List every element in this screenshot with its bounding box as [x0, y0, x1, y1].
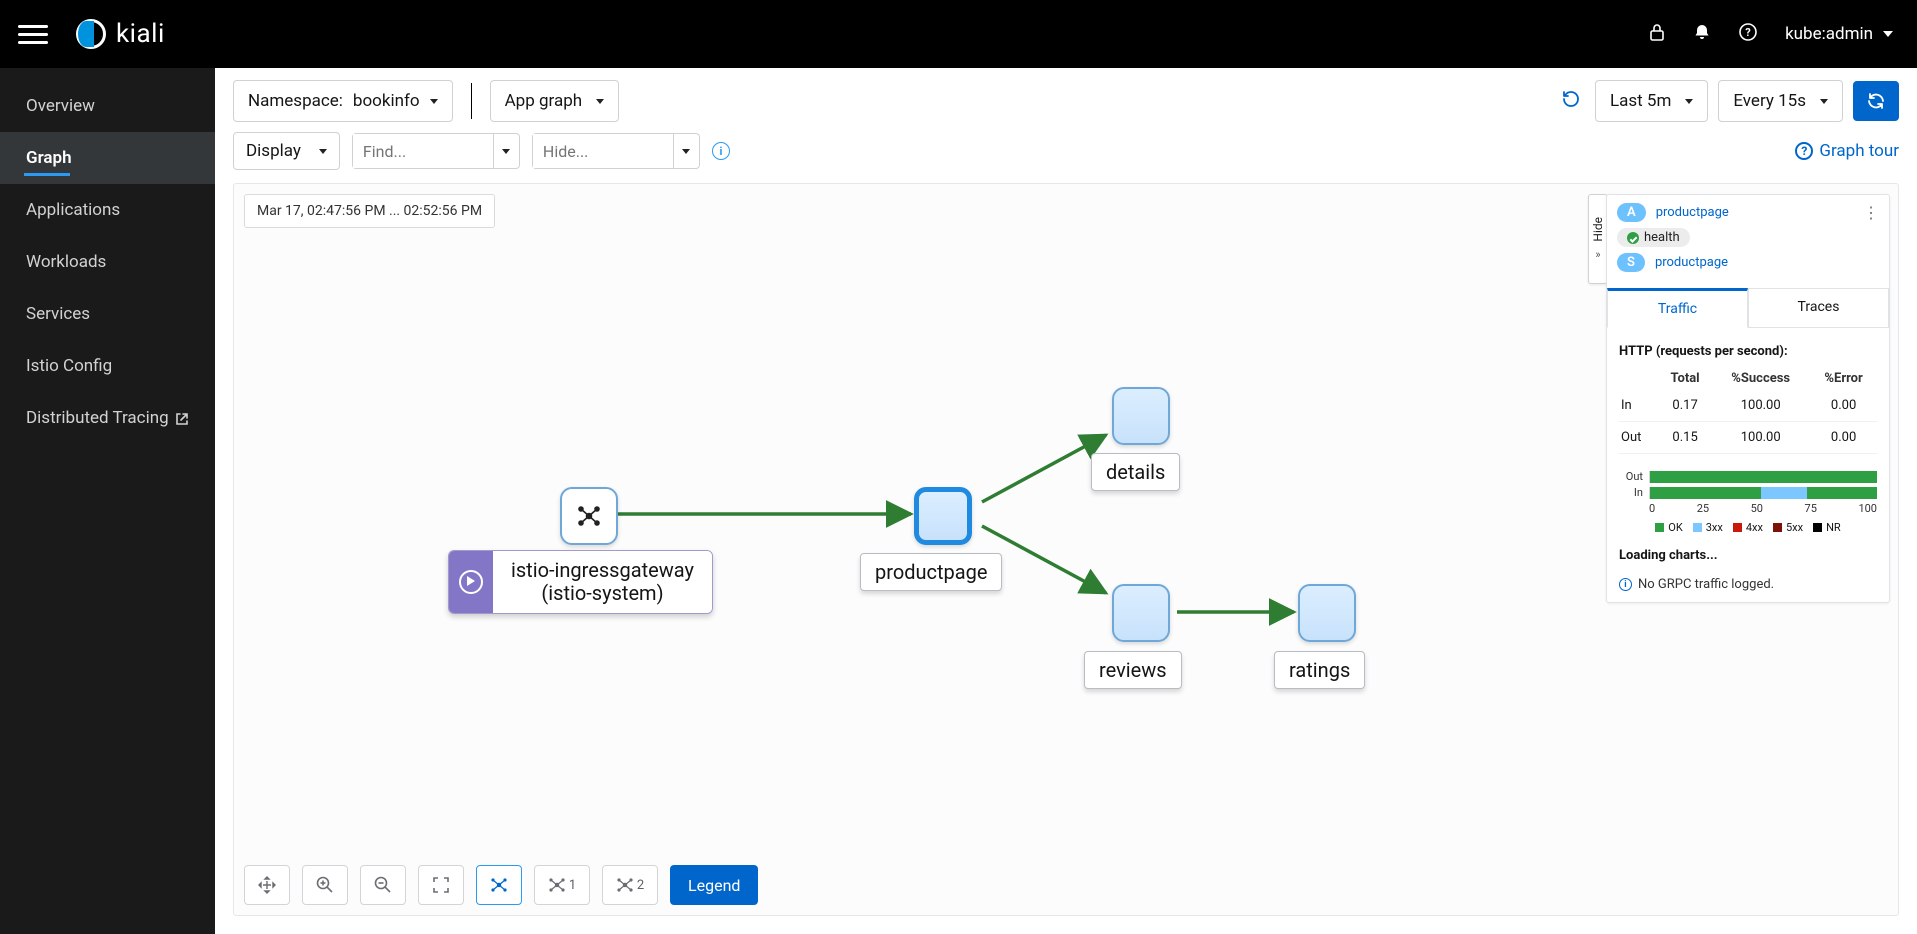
svg-text:?: ?	[1745, 26, 1751, 39]
namespace-label: Namespace:	[248, 91, 343, 111]
user-menu[interactable]: kube:admin	[1785, 24, 1893, 44]
graph-node-productpage[interactable]	[914, 487, 972, 545]
hide-input[interactable]	[532, 133, 700, 169]
sidebar: Overview Graph Applications Workloads Se…	[0, 68, 215, 934]
loading-charts-text: Loading charts...	[1619, 548, 1877, 563]
caret-down-icon	[1685, 99, 1693, 104]
http-traffic-table: Total %Success %Error In 0.17 100.00 0.0…	[1619, 367, 1877, 454]
health-badge: health	[1617, 228, 1690, 247]
separator	[471, 83, 472, 119]
check-icon	[1627, 232, 1639, 244]
topbar: kiali ? kube:admin	[0, 0, 1917, 68]
namespace-value: bookinfo	[353, 91, 420, 111]
service-badge: S	[1617, 253, 1645, 272]
app-link[interactable]: productpage	[1656, 205, 1729, 220]
hide-panel-tab[interactable]: Hide »	[1588, 194, 1608, 284]
help-icon[interactable]: ?	[1739, 23, 1757, 45]
history-icon[interactable]	[1561, 89, 1581, 114]
response-code-chart: Out In 0 25 50 75 100 OK3xx4xx5xxNR	[1619, 470, 1877, 534]
kiali-logo-icon	[76, 19, 106, 49]
sidebar-item-graph[interactable]: Graph	[0, 132, 215, 184]
info-icon: i	[1619, 578, 1632, 591]
service-link[interactable]: productpage	[1655, 255, 1728, 270]
chevron-right-icon: »	[1595, 248, 1600, 261]
namespace-select[interactable]: Namespace: bookinfo	[233, 80, 453, 122]
table-row: In 0.17 100.00 0.00	[1619, 390, 1877, 422]
caret-down-icon	[1883, 31, 1893, 37]
zoom-out-button[interactable]	[360, 865, 406, 905]
refresh-interval-select[interactable]: Every 15s	[1718, 80, 1843, 122]
find-input[interactable]	[352, 133, 520, 169]
graph-tour-link[interactable]: ? Graph tour	[1795, 141, 1899, 161]
sidebar-item-applications[interactable]: Applications	[0, 184, 215, 236]
hide-expand-icon[interactable]	[673, 134, 699, 168]
caret-down-icon	[596, 99, 604, 104]
caret-down-icon	[319, 149, 327, 154]
panel-tabs: Traffic Traces	[1607, 288, 1889, 328]
sidebar-item-workloads[interactable]: Workloads	[0, 236, 215, 288]
node-detail-panel: A productpage ⋮ health S productpage Tra…	[1606, 194, 1890, 603]
graph-node-productpage-label[interactable]: productpage	[860, 553, 1002, 591]
hide-field[interactable]	[533, 134, 673, 168]
graph-node-gateway[interactable]	[560, 487, 618, 545]
info-icon[interactable]: i	[712, 142, 730, 160]
caret-down-icon	[1820, 99, 1828, 104]
layout-default-button[interactable]	[476, 865, 522, 905]
bell-icon[interactable]	[1693, 23, 1711, 45]
kebab-icon[interactable]: ⋮	[1863, 203, 1879, 222]
timestamp-label: Mar 17, 02:47:56 PM ... 02:52:56 PM	[244, 194, 495, 228]
table-row: Out 0.15 100.00 0.00	[1619, 422, 1877, 454]
sidebar-item-istio-config[interactable]: Istio Config	[0, 340, 215, 392]
brand-text: kiali	[116, 19, 165, 49]
display-options[interactable]: Display	[233, 132, 340, 170]
legend-button[interactable]: Legend	[670, 865, 758, 905]
help-icon: ?	[1795, 142, 1813, 160]
layout-1-button[interactable]: 1	[534, 865, 590, 905]
http-traffic-title: HTTP (requests per second):	[1619, 344, 1877, 359]
find-expand-icon[interactable]	[493, 134, 519, 168]
external-link-icon	[175, 411, 189, 425]
graph-node-gateway-label[interactable]: istio-ingressgateway (istio-system)	[448, 550, 713, 614]
app-badge: A	[1617, 203, 1646, 222]
graph-node-reviews-label[interactable]: reviews	[1084, 651, 1182, 689]
sidebar-item-distributed-tracing[interactable]: Distributed Tracing	[0, 392, 215, 444]
sidebar-item-services[interactable]: Services	[0, 288, 215, 340]
tab-traffic[interactable]: Traffic	[1607, 288, 1748, 328]
graph-node-details-label[interactable]: details	[1091, 453, 1180, 491]
no-grpc-info: i No GRPC traffic logged.	[1619, 577, 1877, 592]
graph-node-ratings-label[interactable]: ratings	[1274, 651, 1365, 689]
graph-canvas[interactable]: Mar 17, 02:47:56 PM ... 02:52:56 PM isti…	[233, 183, 1899, 916]
username: kube:admin	[1785, 24, 1873, 44]
graph-node-reviews[interactable]	[1112, 584, 1170, 642]
refresh-button[interactable]	[1853, 81, 1899, 121]
graph-toolbar: Namespace: bookinfo App graph Last 5m Ev…	[215, 68, 1917, 132]
tab-traces[interactable]: Traces	[1748, 288, 1889, 328]
main: Namespace: bookinfo App graph Last 5m Ev…	[215, 68, 1917, 934]
fit-button[interactable]	[418, 865, 464, 905]
layout-2-button[interactable]: 2	[602, 865, 658, 905]
gateway-icon	[449, 551, 493, 613]
sidebar-item-overview[interactable]: Overview	[0, 80, 215, 132]
caret-down-icon	[430, 99, 438, 104]
drag-button[interactable]	[244, 865, 290, 905]
brand[interactable]: kiali	[76, 19, 165, 49]
graph-toolbar-2: Display i ? Graph tour	[215, 132, 1917, 180]
graph-bottombar: 1 2 Legend	[244, 865, 758, 905]
graph-node-ratings[interactable]	[1298, 584, 1356, 642]
find-field[interactable]	[353, 134, 493, 168]
lock-icon[interactable]	[1649, 23, 1665, 45]
graph-type-select[interactable]: App graph	[490, 80, 620, 122]
graph-node-details[interactable]	[1112, 387, 1170, 445]
hamburger-icon[interactable]	[18, 19, 48, 49]
zoom-in-button[interactable]	[302, 865, 348, 905]
time-range-select[interactable]: Last 5m	[1595, 80, 1708, 122]
